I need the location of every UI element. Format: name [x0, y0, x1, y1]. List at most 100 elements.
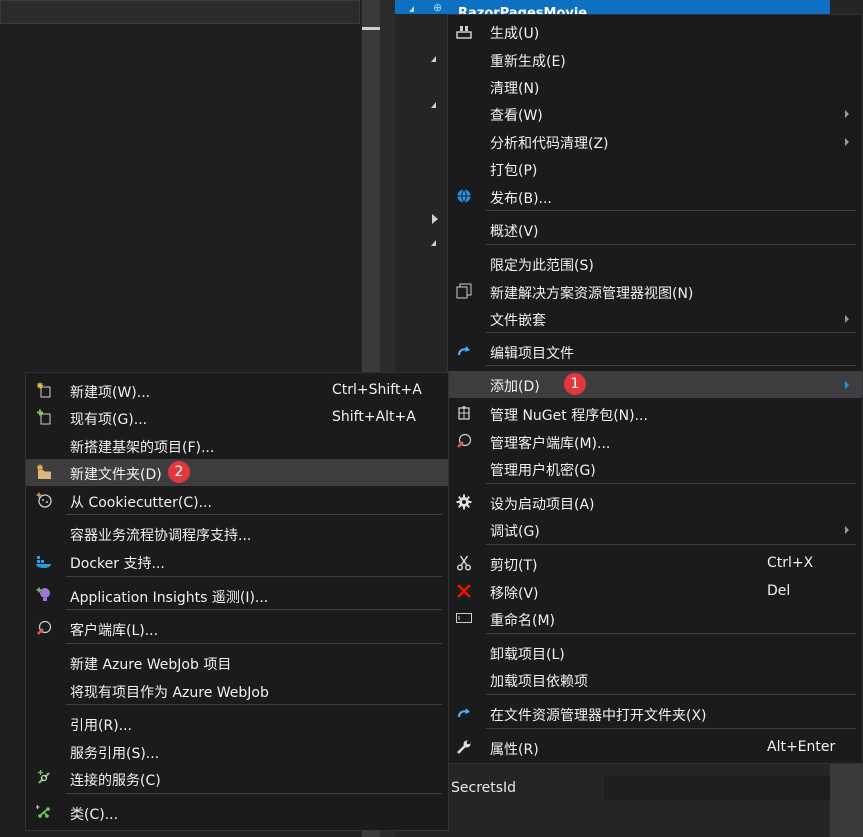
step-number-badge: 1: [564, 373, 586, 395]
menu-separator: [486, 694, 856, 695]
docker-icon: [35, 553, 53, 571]
add-submenu-item-8[interactable]: 客户端库(L)...: [26, 615, 448, 642]
menu-separator: [66, 793, 442, 794]
properties-scrollbar[interactable]: [830, 760, 863, 837]
context-menu-item-9[interactable]: 新建解决方案资源管理器视图(N): [448, 278, 862, 305]
menu-separator: [486, 210, 856, 211]
add-submenu-item-label: Application Insights 遥测(I)...: [70, 590, 269, 606]
globe-project-icon: ⊕: [433, 1, 443, 14]
context-menu-item-0[interactable]: 生成(U): [448, 18, 862, 45]
collapse-triangle-icon[interactable]: [432, 214, 438, 224]
add-submenu-item-label: Docker 支持...: [70, 556, 165, 572]
expand-triangle-icon[interactable]: [431, 240, 436, 246]
add-submenu-item-label: 新搭建基架的项目(F)...: [70, 440, 215, 456]
context-menu-item-label: 打包(P): [490, 163, 538, 179]
context-menu-item-22[interactable]: 加载项目依赖项: [448, 666, 862, 693]
context-menu-item-label: 属性(R): [490, 742, 539, 758]
context-menu-item-13[interactable]: 管理 NuGet 程序包(N)...: [448, 400, 862, 427]
context-menu-item-10[interactable]: 文件嵌套: [448, 305, 862, 332]
shortcut-text: Shift+Alt+A: [332, 409, 416, 425]
submenu-arrow-icon: [845, 381, 849, 389]
context-menu-item-label: 文件嵌套: [490, 313, 546, 329]
expand-triangle-icon[interactable]: [409, 6, 414, 12]
context-menu-item-2[interactable]: 清理(N): [448, 73, 862, 100]
add-submenu-item-14[interactable]: 类(C)...: [26, 799, 448, 826]
add-submenu-item-13[interactable]: 连接的服务(C): [26, 765, 448, 792]
add-submenu-item-label: 现有项(G)...: [70, 412, 148, 428]
add-submenu-item-4[interactable]: 从 Cookiecutter(C)...: [26, 487, 448, 514]
context-menu-item-label: 限定为此范围(S): [490, 258, 594, 274]
submenu-arrow-icon: [845, 110, 849, 118]
add-submenu-item-label: 容器业务流程协调程序支持...: [70, 528, 252, 544]
context-menu-item-1[interactable]: 重新生成(E): [448, 46, 862, 73]
context-menu-item-label: 移除(V): [490, 586, 539, 602]
context-menu-item-8[interactable]: 限定为此范围(S): [448, 250, 862, 277]
rename-icon: [455, 610, 473, 628]
context-menu-item-15[interactable]: 管理用户机密(G): [448, 455, 862, 482]
context-menu-item-label: 查看(W): [490, 108, 543, 124]
submenu-arrow-icon: [845, 315, 849, 323]
project-context-menu: 生成(U) 重新生成(E) 清理(N) 查看(W) 分析和代码清理(Z) 打包(P) 发布(…: [447, 14, 863, 764]
add-submenu-item-0[interactable]: 新建项(W)... Ctrl+Shift+A: [26, 377, 448, 404]
add-submenu-item-1[interactable]: 现有项(G)... Shift+Alt+A: [26, 404, 448, 431]
shortcut-text: Alt+Enter: [767, 739, 836, 755]
context-menu-item-24[interactable]: 属性(R) Alt+Enter: [448, 734, 862, 761]
context-menu-item-label: 新建解决方案资源管理器视图(N): [490, 286, 694, 302]
context-menu-item-6[interactable]: 发布(B)...: [448, 183, 862, 210]
add-submenu-item-label: 新建项(W)...: [70, 385, 151, 401]
add-submenu-item-9[interactable]: 新建 Azure WebJob 项目: [26, 649, 448, 676]
lightbulb-icon: [35, 587, 53, 605]
add-submenu-item-label: 引用(R)...: [70, 718, 133, 734]
add-submenu-item-5[interactable]: 容器业务流程协调程序支持...: [26, 520, 448, 547]
context-menu-item-label: 重新生成(E): [490, 54, 566, 70]
wrench-icon: [455, 739, 473, 757]
add-submenu-item-label: 新建文件夹(D): [70, 467, 162, 483]
menu-separator: [66, 704, 442, 705]
context-menu-item-23[interactable]: 在文件资源管理器中打开文件夹(X): [448, 700, 862, 727]
context-menu-item-label: 清理(N): [490, 81, 540, 97]
context-menu-item-label: 编辑项目文件: [490, 346, 574, 362]
context-menu-item-19[interactable]: 移除(V) Del: [448, 578, 862, 605]
context-menu-item-label: 重命名(M): [490, 613, 556, 629]
context-menu-item-label: 在文件资源管理器中打开文件夹(X): [490, 708, 707, 724]
context-menu-item-17[interactable]: 调试(G): [448, 516, 862, 543]
add-submenu-item-2[interactable]: 新搭建基架的项目(F)...: [26, 432, 448, 459]
add-submenu-item-7[interactable]: Application Insights 遥测(I)...: [26, 582, 448, 609]
context-menu-item-3[interactable]: 查看(W): [448, 100, 862, 127]
context-menu-item-label: 概述(V): [490, 224, 539, 240]
context-menu-item-20[interactable]: 重命名(M): [448, 605, 862, 632]
context-menu-item-label: 添加(D): [490, 379, 540, 395]
context-menu-item-12[interactable]: 添加(D) 1: [448, 371, 862, 398]
add-submenu-item-3[interactable]: 新建文件夹(D) 2: [26, 459, 448, 486]
add-submenu-item-label: 服务引用(S)...: [70, 746, 160, 762]
context-menu-item-11[interactable]: 编辑项目文件: [448, 338, 862, 365]
context-menu-item-14[interactable]: 管理客户端库(M)...: [448, 428, 862, 455]
context-menu-item-18[interactable]: 剪切(T) Ctrl+X: [448, 550, 862, 577]
context-menu-item-21[interactable]: 卸载项目(L): [448, 639, 862, 666]
menu-separator: [486, 365, 856, 366]
new-folder-icon: [35, 464, 53, 482]
menu-separator: [486, 544, 856, 545]
context-menu-item-7[interactable]: 概述(V): [448, 216, 862, 243]
scissors-icon: [455, 555, 473, 573]
redo-arrow-icon: [455, 705, 473, 723]
globe-icon: [455, 188, 473, 206]
project-name: RazorPagesMovie: [458, 6, 588, 14]
red-x-icon: [455, 583, 473, 601]
properties-value-cell[interactable]: [604, 776, 830, 800]
add-submenu-item-label: 将现有项目作为 Azure WebJob: [70, 685, 269, 701]
context-menu-item-16[interactable]: 设为启动项目(A): [448, 489, 862, 516]
add-submenu-item-11[interactable]: 引用(R)...: [26, 710, 448, 737]
add-submenu-item-label: 连接的服务(C): [70, 773, 161, 789]
expand-triangle-icon[interactable]: [431, 56, 436, 62]
shortcut-text: Ctrl+X: [767, 555, 814, 571]
expand-triangle-icon[interactable]: [431, 102, 436, 108]
shortcut-text: Del: [767, 583, 791, 599]
new-view-icon: [455, 283, 473, 301]
context-menu-item-4[interactable]: 分析和代码清理(Z): [448, 128, 862, 155]
add-submenu-item-12[interactable]: 服务引用(S)...: [26, 738, 448, 765]
add-submenu-item-10[interactable]: 将现有项目作为 Azure WebJob: [26, 677, 448, 704]
add-submenu-item-6[interactable]: Docker 支持...: [26, 548, 448, 575]
context-menu-item-label: 卸载项目(L): [490, 647, 565, 663]
context-menu-item-5[interactable]: 打包(P): [448, 155, 862, 182]
